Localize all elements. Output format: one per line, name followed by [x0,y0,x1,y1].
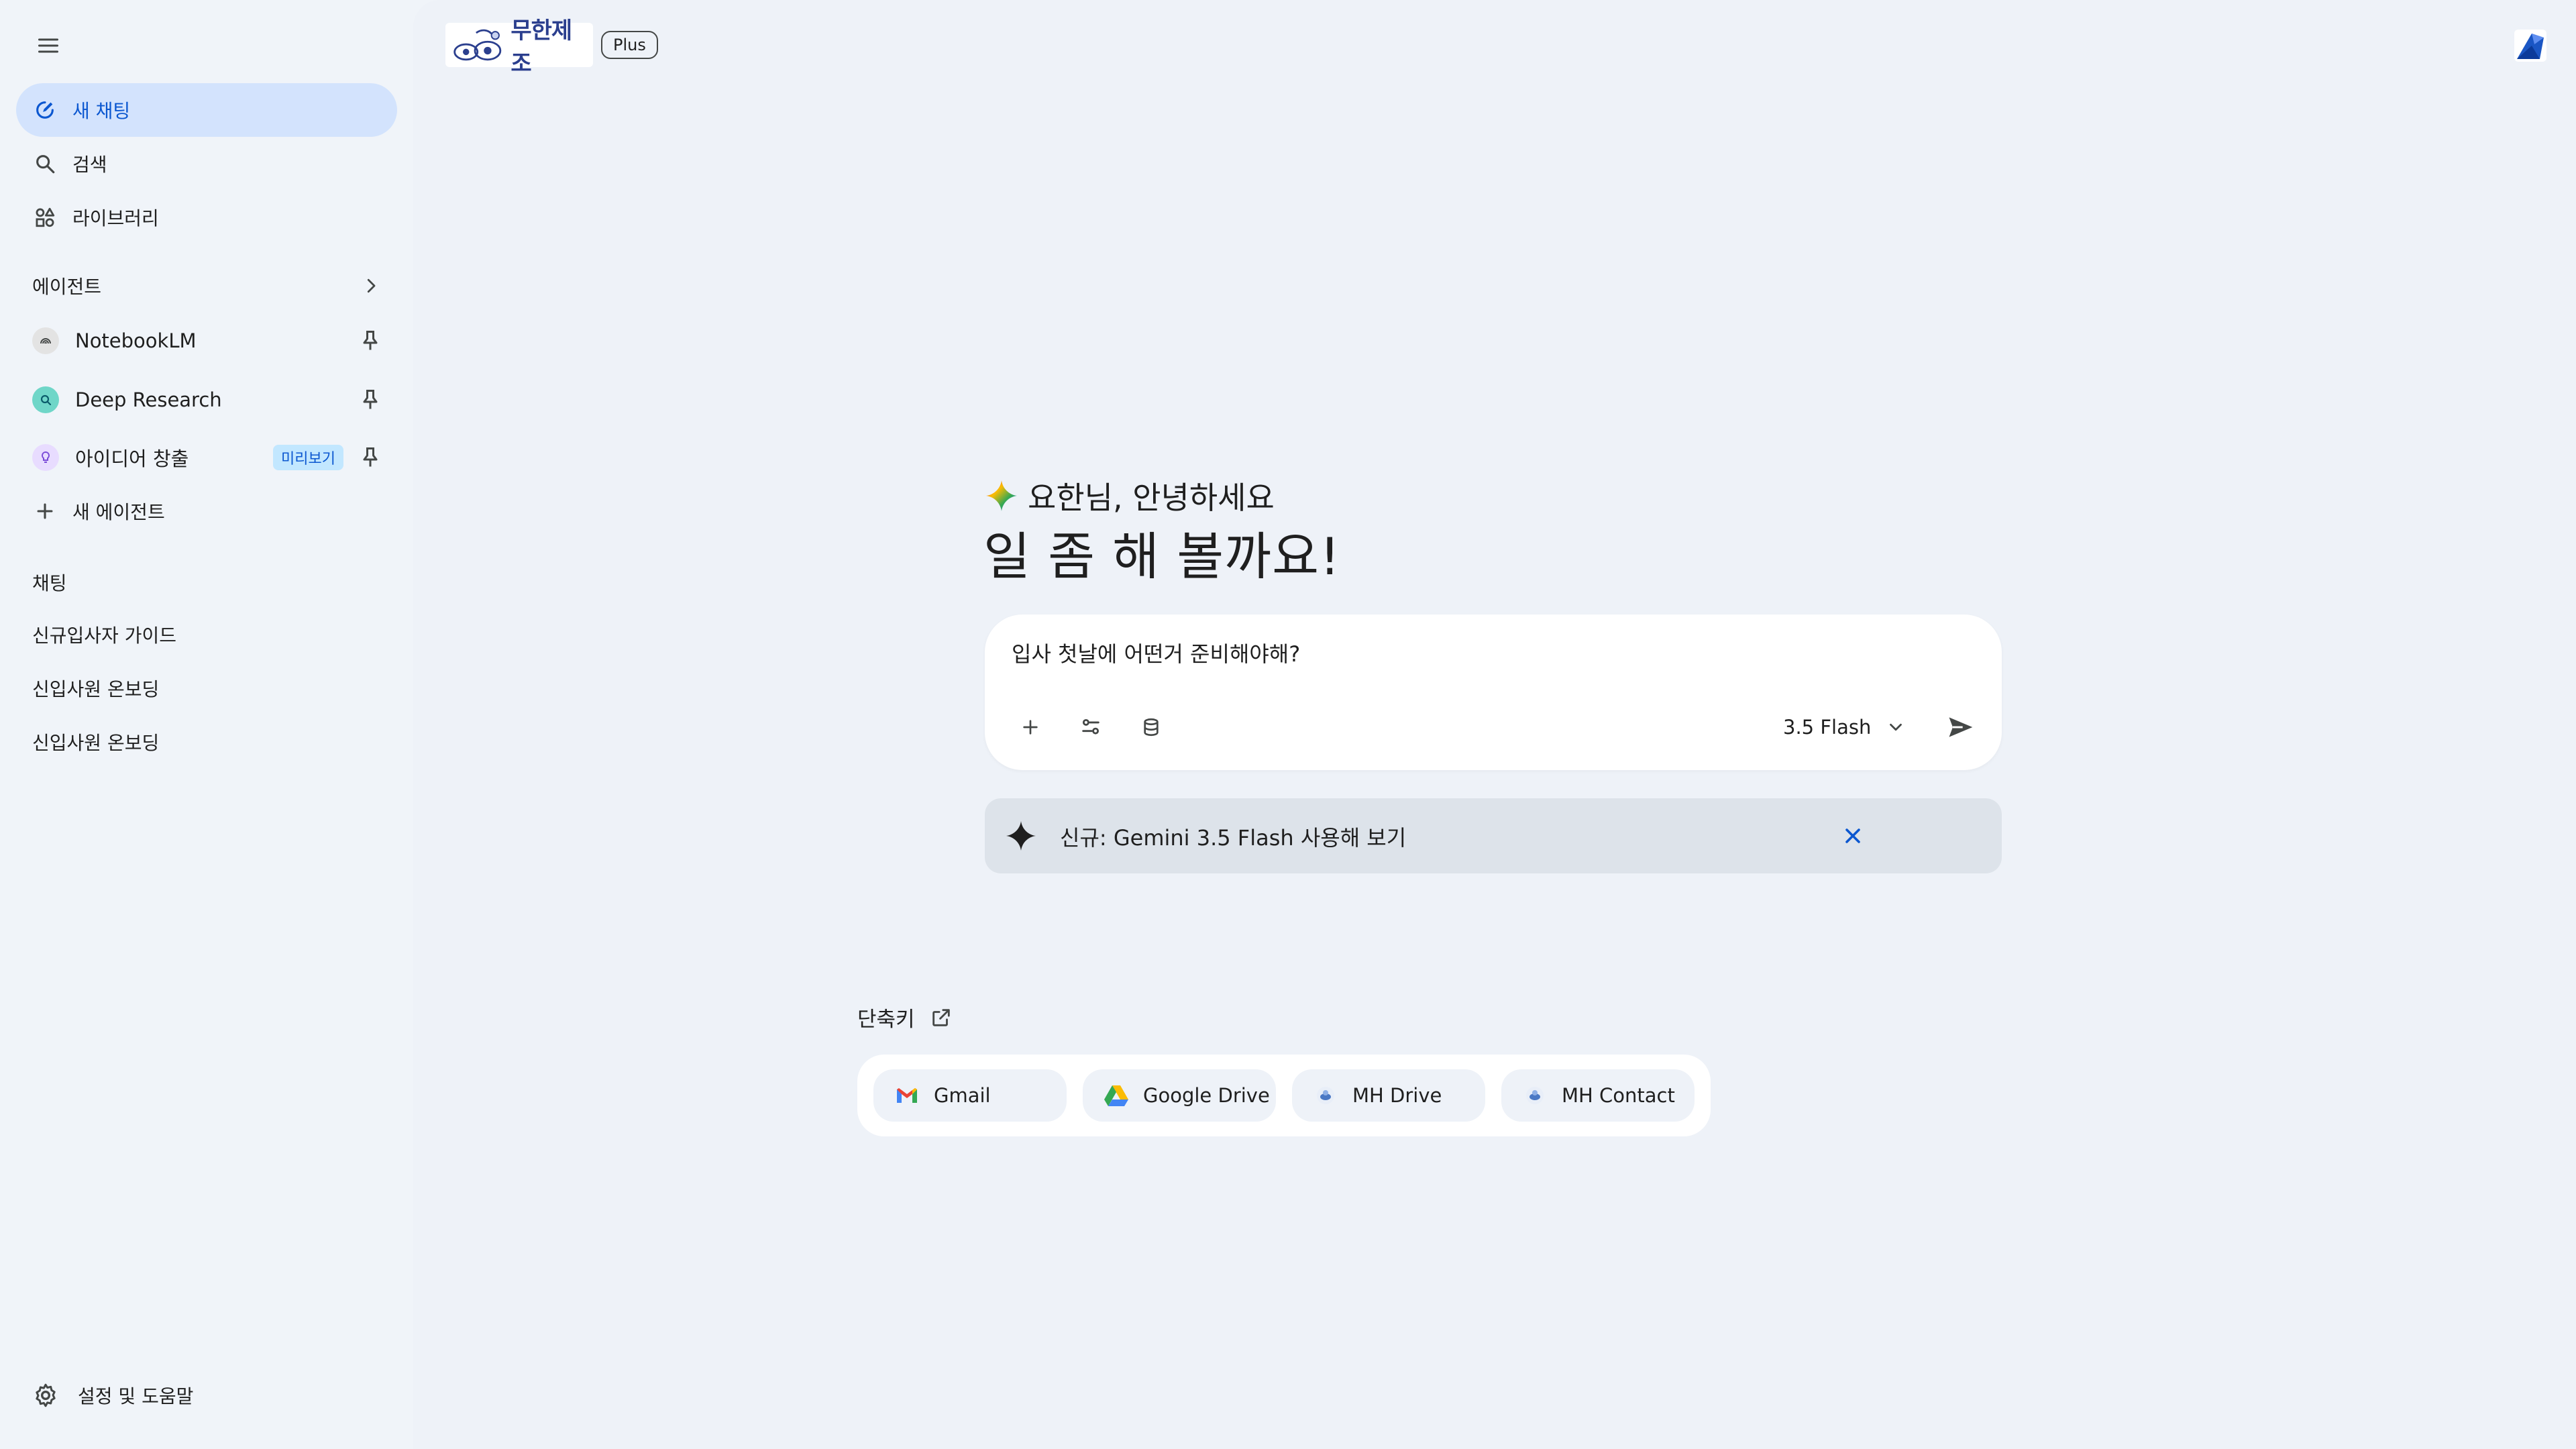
pin-icon[interactable] [358,445,382,470]
agent-label: 아이디어 창출 [75,447,189,470]
new-agent-button[interactable]: 새 에이전트 [16,484,397,538]
plan-badge: Plus [601,31,658,59]
chat-history-item[interactable]: 신규입사자 가이드 [16,608,397,661]
agent-item-idea-generation[interactable]: 아이디어 창출 미리보기 [16,431,397,484]
agent-label: NotebookLM [75,329,197,352]
shortcut-label: Google Drive [1143,1084,1270,1107]
database-icon [1144,718,1159,737]
pin-icon[interactable] [358,388,382,412]
chat-history-item[interactable]: 신입사원 온보딩 [16,661,397,715]
deep-research-avatar-icon [32,386,59,413]
chevron-down-icon [1890,723,1902,731]
plus-icon [1023,720,1038,735]
agent-item-deep-research[interactable]: Deep Research [16,373,397,427]
shortcut-mh-contact[interactable]: MH Contact [1501,1069,1695,1122]
logo-wordmark: 무한제조 [511,17,572,77]
shortcut-label: MH Drive [1352,1084,1442,1107]
shortcut-label: MH Contact [1562,1084,1675,1107]
send-arrow-icon [1949,717,1973,737]
model-selector[interactable]: 3.5 Flash [1783,710,1906,745]
library-label: 라이브러리 [72,207,159,229]
mh-drive-icon [1312,1082,1339,1109]
gemini-spark-icon [986,480,1017,511]
agent-item-notebooklm[interactable]: NotebookLM [16,314,397,368]
tools-button[interactable] [1072,708,1110,746]
notebooklm-avatar-icon [32,327,59,354]
sparkle-icon [1006,821,1036,851]
mh-contact-icon [1521,1082,1548,1109]
google-drive-icon [1103,1082,1130,1109]
greeting: 요한님, 안녕하세요 [985,474,1275,518]
prompt-input[interactable]: 입사 첫날에 어떤거 준비해야해? [1012,637,1300,668]
add-attachment-button[interactable] [1012,708,1049,746]
promo-banner-text: 신규: Gemini 3.5 Flash 사용해 보기 [1060,825,1407,851]
prompt-composer[interactable]: 입사 첫날에 어떤거 준비해야해? 3.5 Flash [985,614,2002,770]
settings-label: 설정 및 도움말 [78,1385,194,1407]
agent-label: Deep Research [75,388,222,411]
settings-and-help-button[interactable]: 설정 및 도움말 [16,1368,397,1422]
shortcuts-title: 단축키 [857,1008,915,1032]
shortcuts-panel: Gmail Google Drive MH Drive MH Contact [857,1055,1711,1136]
library-nav-item[interactable]: 라이브러리 [16,191,397,244]
close-icon [1845,828,1860,843]
greeting-text: 요한님, 안녕하세요 [1028,480,1275,516]
agents-section-title: 에이전트 [32,276,102,298]
preview-badge: 미리보기 [273,445,343,470]
chats-section-title: 채팅 [32,572,67,594]
send-button[interactable] [1940,707,1980,747]
main-menu-button[interactable] [28,25,68,66]
shortcut-mh-drive[interactable]: MH Drive [1292,1069,1485,1122]
main-panel: 무한제조 Plus 요한님, 안녕하세요 일 좀 해 볼까요! 입사 첫날에 어… [413,0,2576,1449]
new-chat-label: 새 채팅 [72,100,131,122]
chat-title: 신입사원 온보딩 [32,732,160,754]
chat-title: 신입사원 온보딩 [32,678,160,700]
new-chat-button[interactable]: 새 채팅 [16,83,397,137]
new-agent-label: 새 에이전트 [72,501,165,523]
sidebar: 새 채팅 검색 라이브러리 에이전트 NotebookLM Deep Resea… [0,0,413,1449]
chat-title: 신규입사자 가이드 [32,625,176,647]
shortcut-label: Gmail [934,1084,991,1107]
agents-section-header[interactable]: 에이전트 [32,266,381,306]
profile-avatar-icon[interactable] [2513,28,2548,63]
gmail-icon [894,1082,920,1109]
dismiss-banner-button[interactable] [1835,818,1870,853]
plus-icon [37,503,53,519]
library-shapes-icon [36,207,55,227]
company-logo[interactable]: 무한제조 [445,17,593,77]
shortcut-gmail[interactable]: Gmail [873,1069,1067,1122]
model-label: 3.5 Flash [1783,716,1872,739]
data-source-button[interactable] [1132,708,1170,746]
chat-history-item[interactable]: 신입사원 온보딩 [16,715,397,769]
main-area: 무한제조 Plus 요한님, 안녕하세요 일 좀 해 볼까요! 입사 첫날에 어… [413,0,2576,1449]
tune-sliders-icon [1082,718,1099,735]
mascot-logo-icon [453,29,502,61]
headline: 일 좀 해 볼까요! [983,527,1341,586]
search-icon [36,155,55,174]
search-nav-item[interactable]: 검색 [16,137,397,191]
gear-icon [36,1383,56,1407]
search-label: 검색 [72,154,107,176]
shortcuts-header: 단축키 [857,1002,953,1032]
shortcut-google-drive[interactable]: Google Drive [1083,1069,1276,1122]
lightbulb-avatar-icon [32,444,59,471]
pin-icon[interactable] [358,329,382,353]
edit-pencil-icon [36,101,54,119]
hamburger-menu-icon [38,38,58,53]
chevron-right-icon [367,278,376,293]
external-link-icon[interactable] [930,1006,953,1029]
chats-section-header: 채팅 [32,562,381,602]
promo-banner[interactable]: 신규: Gemini 3.5 Flash 사용해 보기 [985,798,2002,873]
